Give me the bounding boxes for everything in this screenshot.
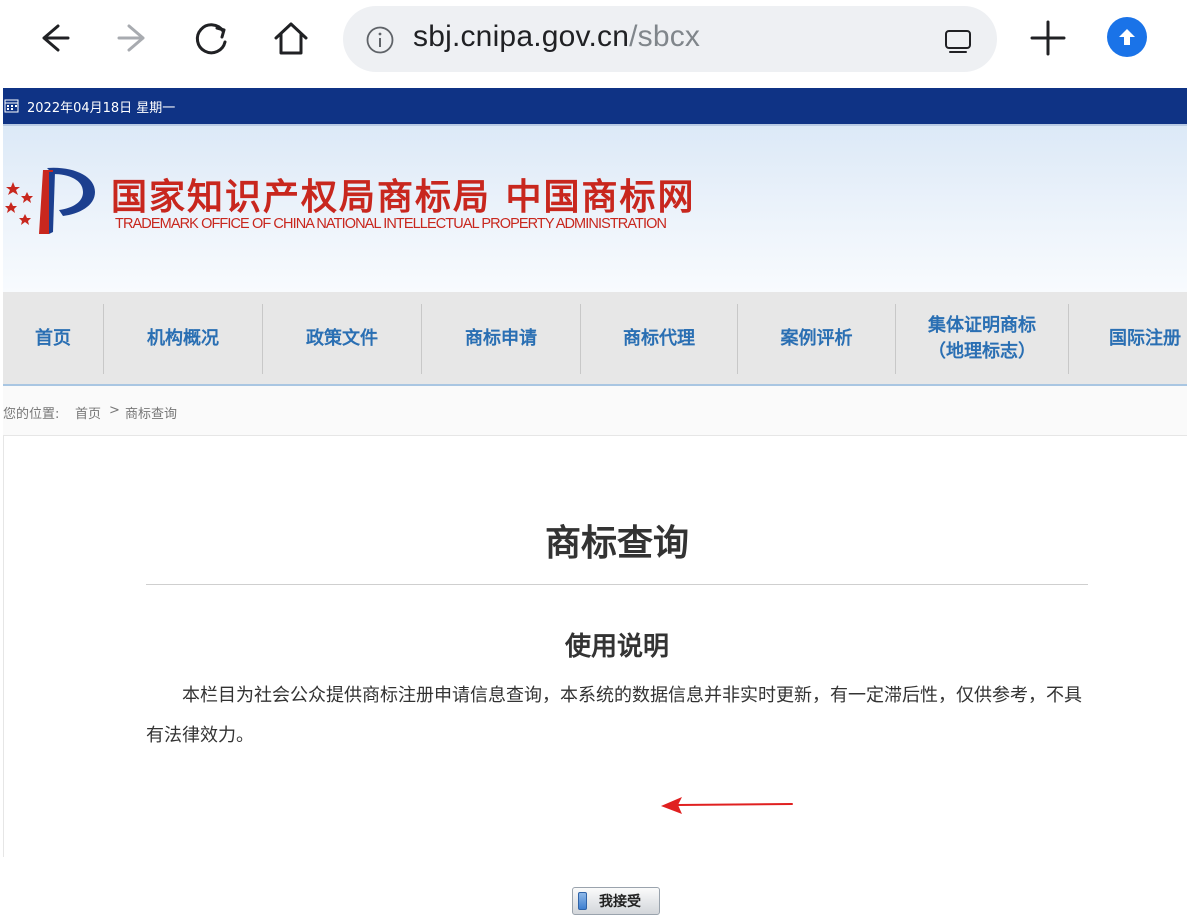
back-icon: [42, 24, 70, 52]
breadcrumb-prefix: 您的位置:: [3, 407, 60, 422]
info-icon[interactable]: [365, 25, 395, 55]
main-nav: 首页 机构概况 政策文件 商标申请 商标代理 案例评析 集体证明商标 （地理标志…: [3, 292, 1187, 386]
back-button[interactable]: [30, 14, 78, 62]
reload-button[interactable]: [188, 14, 236, 62]
new-tab-button[interactable]: [1024, 14, 1072, 62]
breadcrumb: 您的位置: 首页 > 商标查询: [3, 386, 1187, 436]
usage-description: 本栏目为社会公众提供商标注册申请信息查询，本系统的数据信息并非实时更新，有一定滞…: [146, 685, 1082, 746]
nav-item-cases[interactable]: 案例评析: [738, 292, 895, 386]
nav-label: 首页: [35, 328, 71, 349]
nav-label: 商标代理: [623, 328, 695, 349]
accept-button[interactable]: 我接受: [572, 887, 660, 915]
url-text[interactable]: sbj.cnipa.gov.cn/sbcx: [413, 20, 700, 54]
site-banner: 国家知识产权局商标局 中国商标网 TRADEMARK OFFICE OF CHI…: [3, 124, 1187, 292]
forward-icon: [117, 24, 145, 52]
update-button[interactable]: [1107, 17, 1147, 57]
home-button[interactable]: [267, 14, 315, 62]
reload-icon: [195, 23, 227, 55]
title-divider: [146, 584, 1088, 585]
breadcrumb-current: 商标查询: [125, 407, 178, 422]
nav-label: 国际注册: [1109, 328, 1181, 349]
nav-item-international[interactable]: 国际注册: [1069, 292, 1187, 386]
main-content: 商标查询 使用说明 本栏目为社会公众提供商标注册申请信息查询，本系统的数据信息并…: [3, 436, 1187, 915]
cnipa-logo: [5, 167, 95, 234]
nav-item-home[interactable]: 首页: [3, 292, 103, 386]
nav-item-policy[interactable]: 政策文件: [263, 292, 421, 386]
nav-item-about[interactable]: 机构概况: [104, 292, 262, 386]
update-icon: [1119, 29, 1135, 45]
date-bar: 2022年04月18日 星期一: [3, 88, 1187, 124]
url-host: sbj.cnipa.gov.cn: [413, 20, 630, 53]
calendar-icon: [4, 99, 19, 113]
address-bar[interactable]: sbj.cnipa.gov.cn/sbcx: [343, 6, 997, 72]
nav-label: 机构概况: [147, 328, 219, 349]
tab-switcher-icon[interactable]: [943, 26, 973, 56]
nav-item-collective-marks[interactable]: 集体证明商标 （地理标志）: [896, 292, 1068, 386]
breadcrumb-home-link[interactable]: 首页: [75, 403, 101, 422]
forward-button[interactable]: [109, 14, 157, 62]
site-title: 国家知识产权局商标局 中国商标网: [111, 176, 696, 218]
current-date: 2022年04月18日 星期一: [27, 101, 176, 116]
site-subtitle: TRADEMARK OFFICE OF CHINA NATIONAL INTEL…: [115, 216, 667, 232]
nav-label-line1: 集体证明商标: [928, 315, 1036, 336]
new-tab-icon: [1030, 20, 1066, 56]
home-icon: [274, 22, 308, 55]
page-title: 商标查询: [544, 523, 689, 564]
red-arrow-annotation: [661, 797, 793, 814]
button-icon: [578, 892, 587, 910]
url-path: /sbcx: [629, 20, 701, 53]
nav-label: 案例评析: [780, 328, 853, 349]
browser-toolbar: sbj.cnipa.gov.cn/sbcx: [0, 0, 1187, 84]
breadcrumb-separator: >: [109, 403, 120, 418]
website: 2022年04月18日 星期一 国家知识产权局商标局 中国商标网 TRADEMA…: [3, 88, 1187, 915]
nav-label: 商标申请: [465, 328, 537, 349]
nav-item-application[interactable]: 商标申请: [422, 292, 580, 386]
accept-button-label: 我接受: [599, 894, 641, 910]
section-title: 使用说明: [564, 632, 669, 662]
nav-item-agency[interactable]: 商标代理: [581, 292, 737, 386]
nav-label-line2: （地理标志）: [928, 341, 1036, 362]
nav-label: 政策文件: [306, 328, 378, 349]
